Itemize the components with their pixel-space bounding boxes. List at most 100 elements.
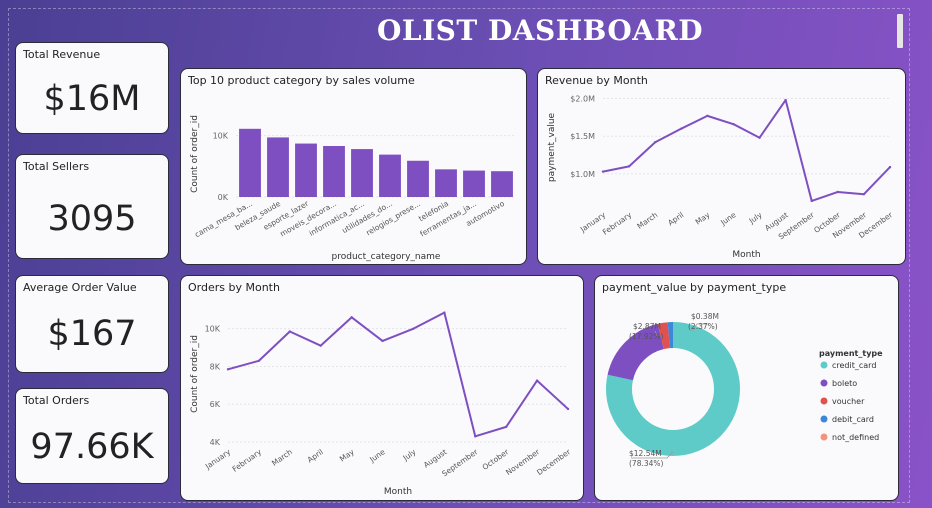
x-tick-label: June (718, 210, 738, 228)
slice-label-value: $0.38M (691, 312, 719, 321)
orders-chart-panel: Orders by Month 4K 6K 8K 10K January February… (180, 275, 584, 501)
legend-item: credit_card (832, 361, 876, 370)
x-tick-label: February (231, 447, 264, 474)
kpi-label: Total Orders (23, 394, 90, 407)
y-tick-label: 4K (210, 438, 221, 447)
y-axis-label: Count of order_id (190, 335, 200, 413)
x-tick-label: April (306, 447, 325, 464)
bar-chart-panel: Top 10 product category by sales volume … (180, 68, 527, 265)
data-point (888, 165, 892, 169)
scrollbar[interactable] (897, 14, 903, 48)
dashboard-title: OLIST DASHBOARD (376, 14, 703, 47)
x-tick-label: May (694, 210, 712, 227)
bar (267, 137, 289, 197)
data-point (226, 368, 230, 371)
data-point (474, 435, 477, 438)
slice-label-pct: (78.34%) (629, 459, 664, 468)
kpi-label: Average Order Value (23, 281, 137, 294)
data-point (535, 379, 539, 382)
y-axis-label: payment_value (547, 112, 557, 182)
series-line (602, 99, 891, 202)
y-tick-label: $1.5M (570, 132, 595, 141)
legend-swatch (820, 379, 828, 387)
bar (295, 143, 317, 197)
legend-item: voucher (832, 397, 865, 406)
legend-item: not_defined (832, 433, 879, 442)
legend-title: payment_type (819, 349, 883, 358)
payment-donut-chart: $12.54M(78.34%) $2.87M(17.92%) $0.38M(2.37… (606, 312, 883, 468)
legend-item: boleto (832, 379, 857, 388)
data-point (732, 122, 735, 126)
kpi-card-total-orders: Total Orders 97.66K (15, 388, 169, 484)
revenue-chart-panel: Revenue by Month $1.0M $1.5M $2.0M January F… (537, 68, 906, 265)
orders-line-chart: 4K 6K 8K 10K JanuaryFebruary March April May Jun… (190, 311, 573, 497)
kpi-card-average-order-value: Average Order Value $167 (15, 275, 169, 373)
y-tick-label: 10K (213, 132, 229, 141)
data-point (653, 141, 657, 144)
bar-chart: 0K10Kcama_mesa_ba...beleza_saudeesporte_… (190, 115, 516, 262)
x-tick-label: January (203, 447, 233, 472)
data-point (758, 136, 761, 139)
kpi-card-total-sellers: Total Sellers 3095 (15, 154, 169, 259)
payment-chart-panel: payment_value by payment_type $12.54M (78… (594, 275, 899, 501)
slice-label-pct: (2.37%) (688, 322, 718, 331)
legend-swatch (820, 397, 828, 405)
y-tick-label: $1.0M (570, 170, 595, 179)
slice-label-value: $2.87M (633, 322, 661, 331)
bar (379, 154, 401, 197)
slice-label-value: $12.54M (629, 449, 662, 458)
bar (323, 146, 345, 197)
data-point (350, 316, 353, 319)
y-tick-label: 6K (210, 400, 221, 409)
data-point (680, 127, 683, 130)
y-tick-label: 8K (210, 362, 221, 371)
y-axis-label: Count of order_id (190, 115, 200, 193)
data-point (862, 193, 866, 196)
data-point (443, 311, 446, 314)
data-point (784, 98, 787, 102)
x-tick-label: July (401, 447, 418, 463)
x-axis-label: Month (384, 487, 412, 497)
data-point (257, 359, 261, 362)
legend-swatch (820, 361, 828, 369)
series-line (227, 311, 569, 438)
bar (351, 149, 373, 197)
kpi-value: 3095 (47, 199, 137, 239)
x-tick-label: June (367, 447, 387, 465)
x-axis-label: product_category_name (332, 252, 441, 262)
kpi-card-total-revenue: Total Revenue $16M (15, 42, 169, 134)
bar (463, 170, 485, 197)
data-point (319, 344, 322, 347)
revenue-line-chart: $1.0M$1.5M$2.0MJanuaryFebruary March April… (547, 95, 895, 260)
x-tick-label: July (747, 210, 764, 226)
data-point (381, 339, 384, 343)
data-point (836, 190, 840, 194)
legend-item: debit_card (832, 415, 874, 424)
data-point (810, 199, 813, 203)
legend-swatch (820, 433, 828, 441)
bar (407, 160, 429, 197)
bar (239, 128, 261, 197)
y-tick-label: 0K (218, 193, 229, 202)
x-tick-label: May (338, 447, 356, 464)
x-tick-label: December (535, 447, 573, 477)
y-tick-label: $2.0M (570, 95, 595, 104)
kpi-value: $167 (47, 314, 137, 354)
bar (435, 169, 457, 197)
bar (491, 171, 513, 197)
slice-label-pct: (17.92%) (629, 332, 664, 341)
kpi-label: Total Revenue (23, 48, 101, 61)
x-tick-label: March (270, 447, 294, 468)
x-axis-label: Month (732, 250, 760, 260)
data-point (566, 407, 570, 411)
y-tick-label: 10K (205, 325, 221, 334)
data-point (627, 165, 631, 168)
kpi-value: 97.66K (30, 427, 154, 467)
x-tick-label: August (422, 447, 449, 469)
legend-swatch (820, 415, 828, 423)
kpi-label: Total Sellers (23, 160, 90, 173)
data-point (504, 425, 508, 429)
data-point (412, 327, 415, 330)
x-tick-label: March (635, 210, 659, 231)
data-point (601, 170, 605, 173)
